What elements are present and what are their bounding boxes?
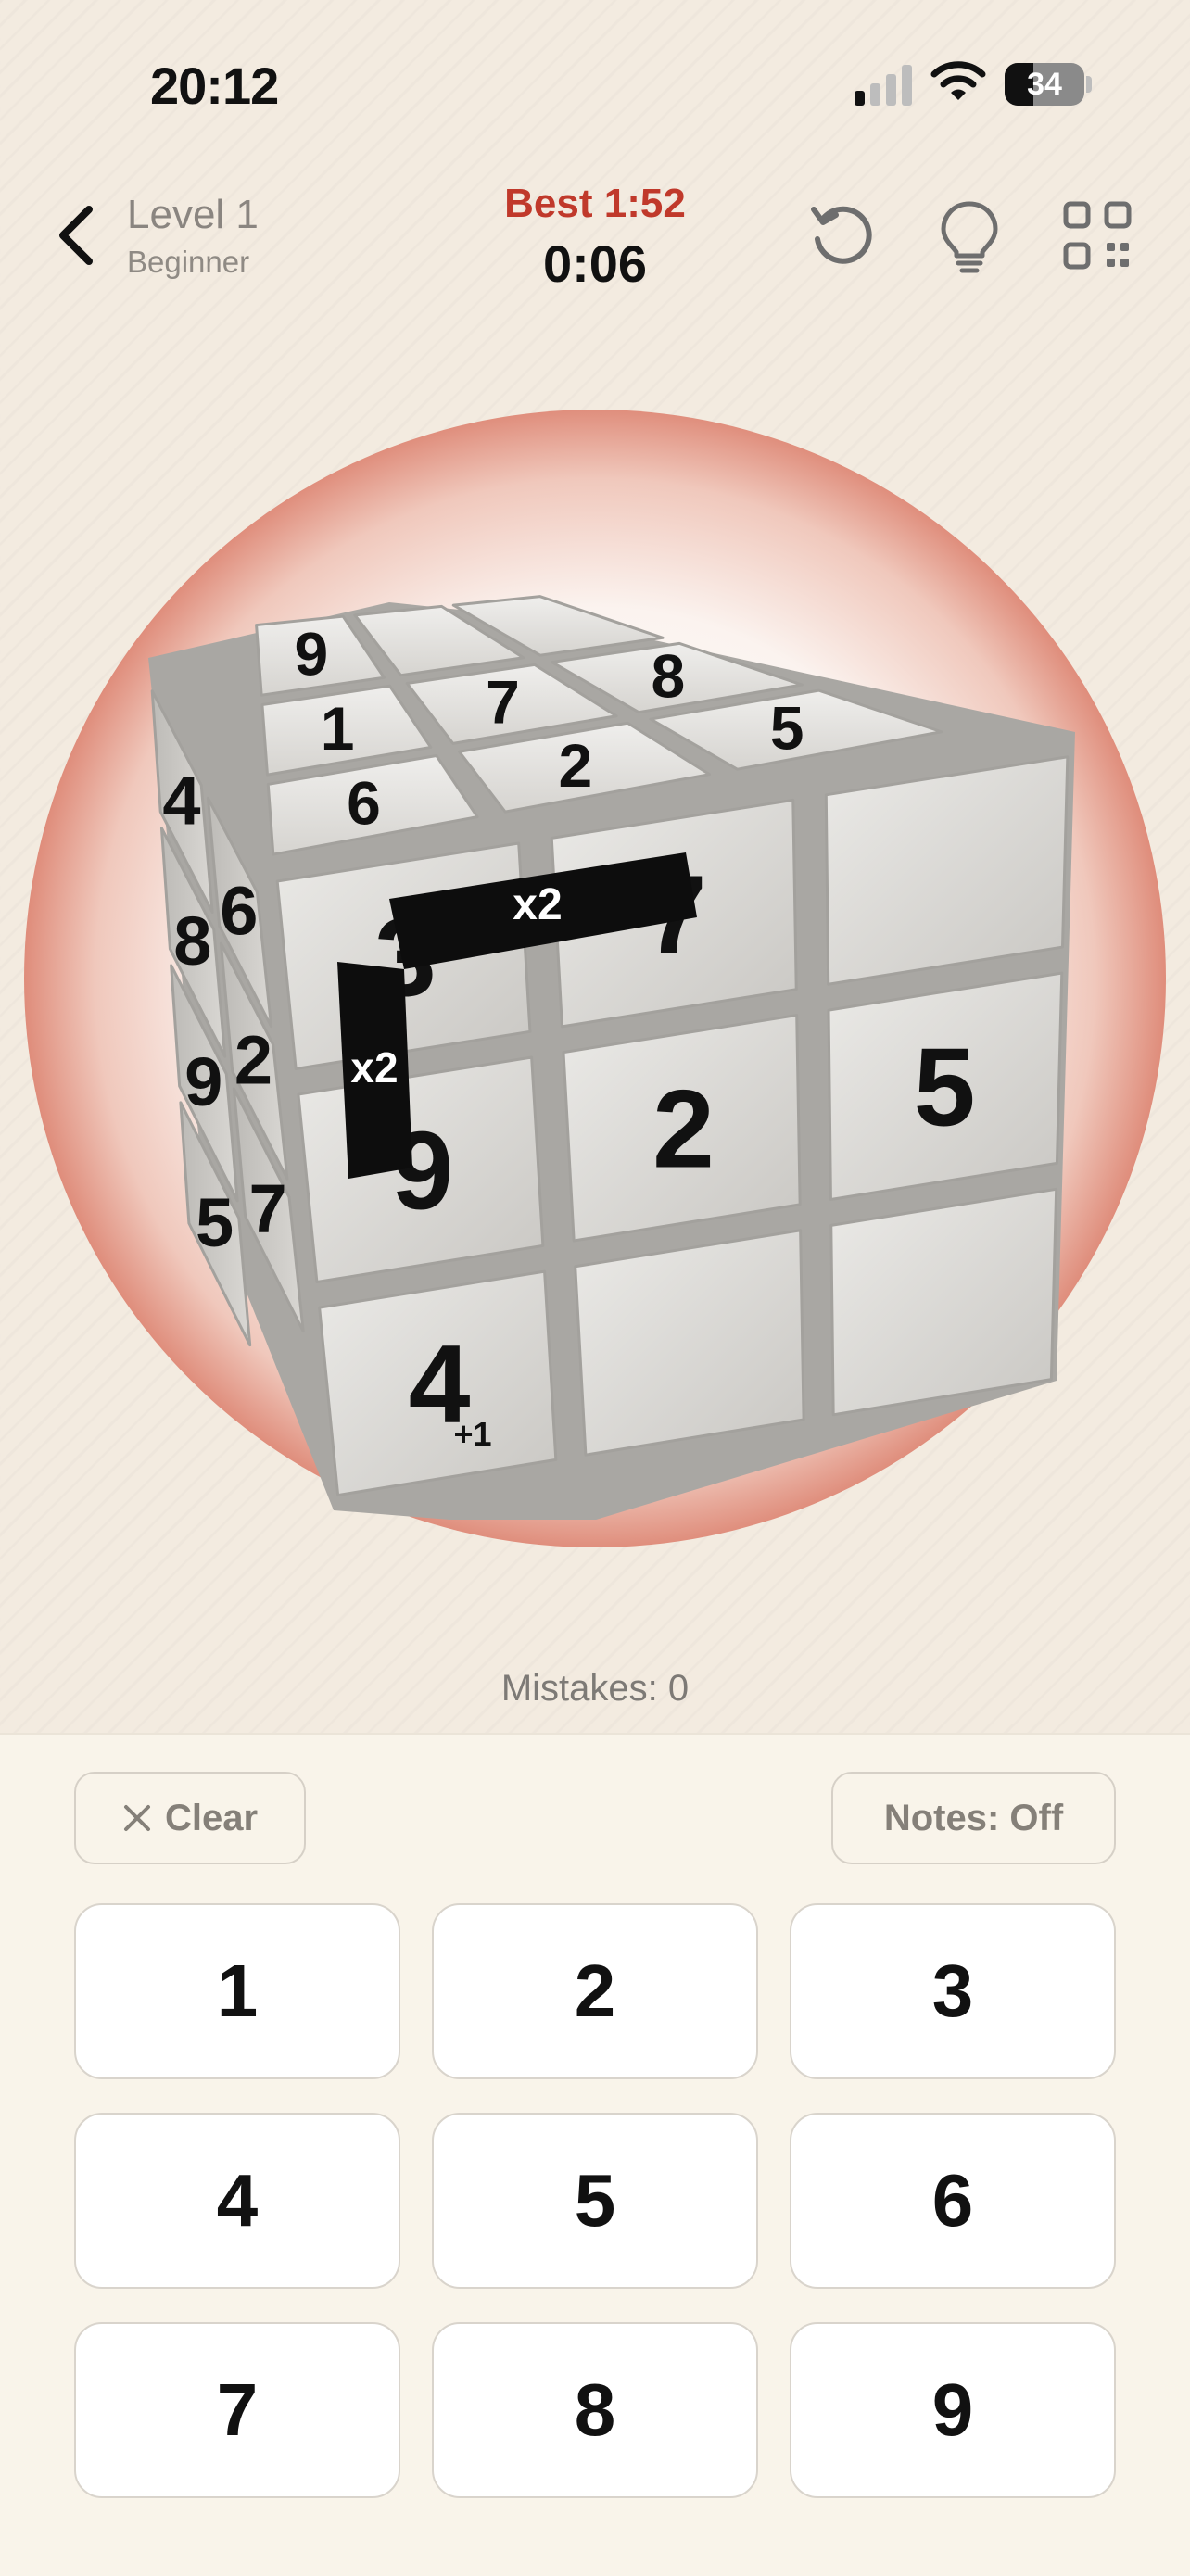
key-9[interactable]: 9: [790, 2322, 1116, 2498]
cube-cell[interactable]: [829, 1187, 1058, 1417]
top-face-digit: 8: [651, 641, 685, 710]
qr-code-button[interactable]: [1060, 198, 1134, 272]
bonus-label: +1: [453, 1415, 491, 1453]
cube-cell[interactable]: [574, 1229, 805, 1457]
top-face-digit: 6: [347, 768, 381, 837]
key-8[interactable]: 8: [432, 2322, 758, 2498]
left-face-digit: 2: [234, 1021, 272, 1098]
clear-label: Clear: [164, 1797, 259, 1838]
hint-button[interactable]: [932, 196, 1006, 273]
notes-toggle[interactable]: Notes: Off: [831, 1772, 1116, 1864]
close-icon: [123, 1805, 150, 1831]
best-time: Best 1:52: [504, 181, 686, 226]
key-1[interactable]: 1: [74, 1903, 400, 2079]
top-face-digit: 2: [558, 731, 592, 800]
top-face-digit: 9: [294, 619, 328, 688]
multiplier-label: x2: [513, 880, 562, 929]
left-face-digit: 4: [162, 762, 200, 839]
key-2[interactable]: 2: [432, 1903, 758, 2079]
key-6[interactable]: 6: [790, 2113, 1116, 2289]
top-face-digit: 1: [321, 694, 355, 763]
key-4[interactable]: 4: [74, 2113, 400, 2289]
multiplier-label: x2: [350, 1043, 398, 1092]
front-face-digit: 2: [652, 1067, 715, 1192]
left-face-digit: 8: [173, 903, 211, 979]
left-face-digit: 7: [248, 1170, 286, 1247]
notes-label: Notes: Off: [883, 1797, 1064, 1838]
lightbulb-icon: [941, 201, 998, 273]
cube-cell[interactable]: [824, 755, 1070, 986]
top-face-digit: 7: [486, 668, 520, 737]
battery-tip: [1086, 76, 1092, 93]
left-face-digit: 5: [196, 1184, 234, 1261]
left-face-digit: 9: [184, 1043, 222, 1120]
left-face-digit: 6: [220, 873, 258, 950]
restart-button[interactable]: [804, 198, 879, 272]
key-7[interactable]: 7: [74, 2322, 400, 2498]
cellular-signal-icon: [855, 63, 914, 106]
key-3[interactable]: 3: [790, 1903, 1116, 2079]
clear-button[interactable]: Clear: [74, 1772, 306, 1864]
front-face-digit: 5: [914, 1026, 976, 1150]
status-time: 20:12: [150, 57, 279, 115]
wifi-icon: [930, 57, 986, 104]
sudoku-cube[interactable]: 9178625 4682975 379254 x2x2+1: [130, 519, 1094, 1520]
mistakes-counter: Mistakes: 0: [500, 1668, 690, 1709]
battery-icon: 34: [1005, 63, 1084, 106]
restart-icon: [811, 206, 872, 264]
top-face-digit: 5: [770, 693, 804, 762]
qr-code-icon: [1063, 201, 1132, 270]
key-5[interactable]: 5: [432, 2113, 758, 2289]
timer: 0:06: [542, 234, 648, 293]
battery-level: 34: [1027, 67, 1062, 102]
